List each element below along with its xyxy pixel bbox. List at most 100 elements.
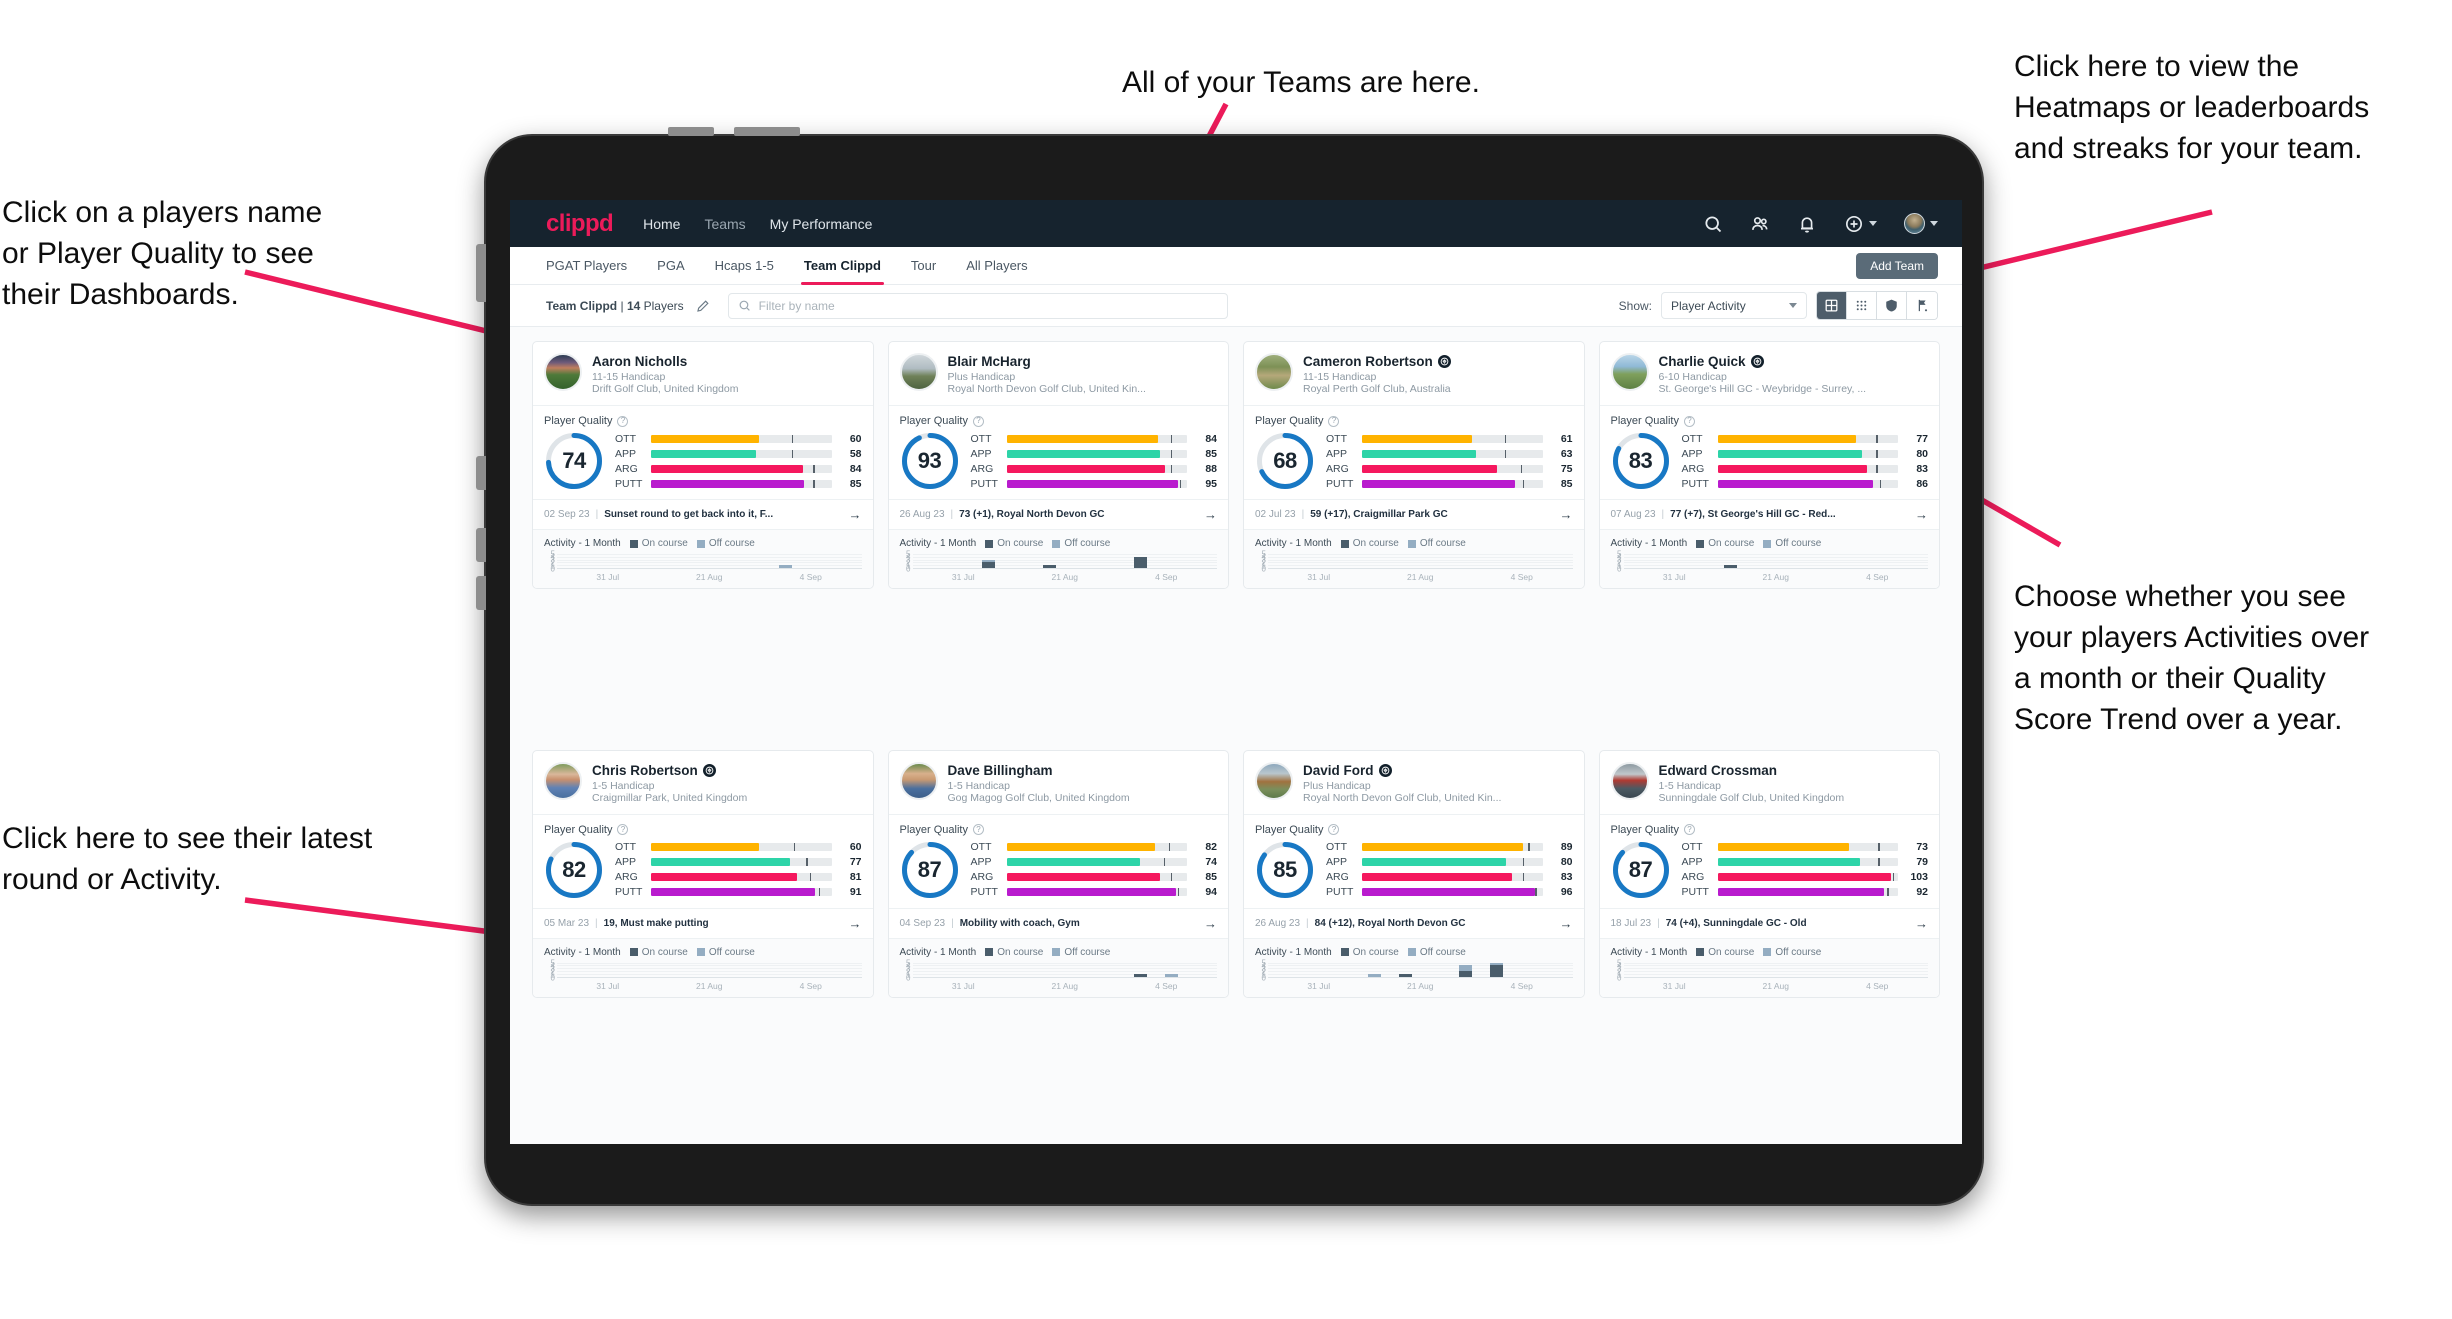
player-card[interactable]: Cameron Robertson 11-15 Handicap Royal Per…	[1243, 341, 1585, 589]
avatar[interactable]	[544, 353, 582, 391]
player-name[interactable]: Cameron Robertson	[1303, 354, 1433, 369]
arrow-right-icon[interactable]: →	[1915, 916, 1928, 931]
player-name-row[interactable]: Blair McHarg	[948, 354, 1146, 369]
player-card[interactable]: Dave Billingham 1-5 Handicap Gog Magog Gol…	[887, 749, 1229, 998]
player-name-row[interactable]: Aaron Nicholls	[592, 354, 738, 369]
player-name[interactable]: Chris Robertson	[592, 763, 698, 778]
quality-score-ring: 74	[544, 431, 604, 491]
help-icon[interactable]: ?	[1683, 824, 1695, 835]
player-name[interactable]: Dave Billingham	[948, 763, 1053, 778]
tab-pga[interactable]: PGA	[657, 247, 684, 285]
latest-round-row[interactable]: 05 Mar 23 | 19, Must make putting →	[533, 907, 873, 939]
player-quality-section[interactable]: Player Quality? 93 OTT 84 APP 85 ARG 88 PUTT 95	[889, 406, 1229, 499]
tab-pgat-players[interactable]: PGAT Players	[546, 247, 627, 285]
legend-off-course: Off course	[1407, 947, 1466, 958]
player-quality-section[interactable]: Player Quality? 82 OTT 60 APP 77 ARG 81 PUTT 91	[533, 815, 873, 908]
player-name-row[interactable]: Chris Robertson	[592, 763, 747, 778]
player-name[interactable]: Blair McHarg	[948, 354, 1031, 369]
show-select[interactable]: Player Activity	[1661, 292, 1807, 319]
search-icon[interactable]	[1703, 214, 1723, 234]
latest-round-row[interactable]: 02 Jul 23 | 59 (+17), Craigmillar Park GC →	[1244, 499, 1584, 530]
player-quality-section[interactable]: Player Quality? 85 OTT 89 APP 80 ARG 83 PUTT 96	[1244, 815, 1584, 908]
arrow-right-icon[interactable]: →	[1204, 916, 1217, 931]
help-icon[interactable]: ?	[972, 415, 984, 427]
player-quality-section[interactable]: Player Quality? 68 OTT 61 APP 63 ARG 75 PUTT 85	[1244, 406, 1584, 499]
heatmap-shield-icon[interactable]	[1877, 292, 1907, 319]
player-name-row[interactable]: Dave Billingham	[948, 763, 1130, 778]
bar-segment-on-course	[1459, 970, 1473, 977]
avatar[interactable]	[1904, 213, 1925, 234]
player-quality-section[interactable]: Player Quality? 87 OTT 82 APP 74 ARG 85 PUTT 94	[889, 815, 1229, 908]
metric-benchmark-tick	[1170, 434, 1173, 443]
edit-team-pencil-icon[interactable]	[696, 299, 710, 313]
clippd-logo[interactable]: clippd	[546, 210, 614, 238]
player-name[interactable]: Aaron Nicholls	[592, 354, 687, 369]
help-icon[interactable]: ?	[1328, 824, 1340, 835]
player-card[interactable]: Aaron Nicholls 11-15 Handicap Drift Golf C…	[532, 341, 874, 589]
tab-hcaps-1-5[interactable]: Hcaps 1-5	[715, 247, 774, 285]
arrow-right-icon[interactable]: →	[1560, 507, 1573, 522]
player-card[interactable]: David Ford Plus Handicap Royal North Devon…	[1243, 749, 1585, 998]
help-icon[interactable]: ?	[617, 824, 629, 835]
avatar[interactable]	[1255, 353, 1293, 391]
latest-round-row[interactable]: 07 Aug 23 | 77 (+7), St George's Hill GC -…	[1599, 499, 1939, 530]
player-name-row[interactable]: Cameron Robertson	[1303, 354, 1451, 369]
player-quality-section[interactable]: Player Quality? 83 OTT 77 APP 80 ARG 83 PUTT 86	[1600, 406, 1940, 499]
help-icon[interactable]: ?	[617, 415, 629, 427]
latest-round-row[interactable]: 26 Aug 23 | 84 (+12), Royal North Devon GC…	[1244, 907, 1584, 939]
player-name-row[interactable]: Edward Crossman	[1659, 763, 1845, 778]
legend-on-course: On course	[1340, 538, 1399, 549]
help-icon[interactable]: ?	[1683, 415, 1695, 427]
arrow-right-icon[interactable]: →	[1560, 916, 1573, 931]
arrow-right-icon[interactable]: →	[1204, 507, 1217, 522]
search-input[interactable]: Filter by name	[727, 292, 1228, 319]
player-name-row[interactable]: David Ford	[1303, 763, 1501, 778]
player-card[interactable]: Charlie Quick 6-10 Handicap St. George's H…	[1598, 341, 1940, 589]
bar-stack	[982, 554, 996, 568]
player-card[interactable]: Edward Crossman 1-5 Handicap Sunningdale G…	[1598, 749, 1940, 998]
player-name[interactable]: Charlie Quick	[1659, 354, 1746, 369]
nav-link-home[interactable]: Home	[643, 216, 680, 232]
avatar[interactable]	[1610, 761, 1649, 800]
player-name[interactable]: Edward Crossman	[1659, 763, 1778, 778]
add-menu[interactable]	[1844, 214, 1877, 234]
tab-team-clippd[interactable]: Team Clippd	[800, 247, 884, 285]
avatar[interactable]	[544, 761, 582, 800]
add-team-button[interactable]: Add Team	[1856, 252, 1938, 279]
tab-all-players[interactable]: All Players	[966, 247, 1027, 285]
metric-benchmark-tick	[1522, 479, 1525, 488]
help-icon[interactable]: ?	[972, 824, 984, 835]
nav-link-teams[interactable]: Teams	[704, 216, 745, 232]
bell-icon[interactable]	[1797, 214, 1817, 234]
latest-round-row[interactable]: 04 Sep 23 | Mobility with coach, Gym →	[888, 907, 1228, 939]
help-icon[interactable]: ?	[1328, 415, 1340, 427]
latest-round-row[interactable]: 26 Aug 23 | 73 (+1), Royal North Devon GC →	[888, 499, 1228, 530]
user-menu[interactable]	[1904, 213, 1938, 234]
player-card[interactable]: Blair McHarg Plus Handicap Royal North Dev…	[887, 341, 1229, 589]
player-name[interactable]: David Ford	[1303, 763, 1374, 778]
people-icon[interactable]	[1750, 214, 1770, 234]
arrow-right-icon[interactable]: →	[849, 507, 862, 522]
arrow-right-icon[interactable]: →	[849, 916, 862, 931]
avatar[interactable]	[1255, 761, 1293, 800]
avatar[interactable]	[899, 353, 938, 391]
avatar[interactable]	[899, 761, 938, 800]
metric-label: ARG	[1681, 462, 1705, 475]
plus-circle-icon[interactable]	[1844, 214, 1864, 234]
nav-link-my-performance[interactable]: My Performance	[770, 216, 873, 232]
activity-bar-chart: 543210	[900, 550, 1217, 574]
arrow-right-icon[interactable]: →	[1915, 507, 1928, 522]
player-name-row[interactable]: Charlie Quick	[1659, 354, 1867, 369]
bar-stack	[1632, 963, 1645, 977]
dots-grid-view-icon[interactable]	[1847, 292, 1877, 319]
player-quality-section[interactable]: Player Quality? 87 OTT 73 APP 79 ARG 103 PUTT 92	[1600, 815, 1940, 908]
grid-view-icon[interactable]	[1817, 292, 1847, 319]
activity-chart-header: Activity - 1 Month On course Off course	[1255, 538, 1573, 549]
flag-leaderboard-icon[interactable]	[1907, 292, 1937, 319]
avatar[interactable]	[1610, 353, 1649, 391]
tab-tour[interactable]: Tour	[911, 247, 936, 285]
player-quality-section[interactable]: Player Quality? 74 OTT 60 APP 58 ARG 84 PUTT 85	[533, 406, 873, 499]
player-card[interactable]: Chris Robertson 1-5 Handicap Craigmillar P…	[532, 749, 874, 998]
latest-round-row[interactable]: 02 Sep 23 | Sunset round to get back into …	[533, 499, 873, 530]
latest-round-row[interactable]: 18 Jul 23 | 74 (+4), Sunningdale GC - Old →	[1599, 907, 1939, 939]
